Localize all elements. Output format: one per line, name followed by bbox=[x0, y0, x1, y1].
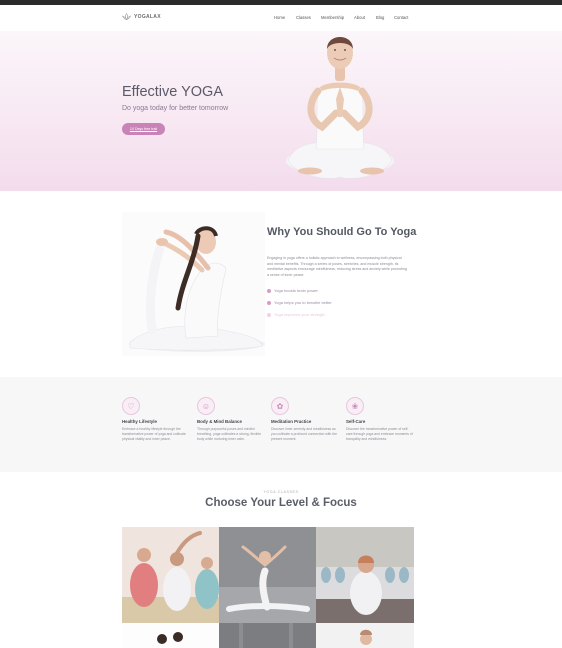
feature-card: ♡ Healthy Lifestyle Embrace a healthy li… bbox=[122, 397, 192, 442]
class-image-standing-pose[interactable] bbox=[219, 623, 316, 648]
feature-card: ✿ Meditation Practice Discover inner ser… bbox=[271, 397, 341, 442]
class-image-group-stretch[interactable] bbox=[122, 527, 219, 623]
features-section: ♡ Healthy Lifestyle Embrace a healthy li… bbox=[0, 377, 562, 472]
logo-text: YOGALAX bbox=[134, 13, 161, 20]
benefits-list: Yoga boosts brain power Yoga helps you t… bbox=[267, 288, 332, 324]
classes-gallery bbox=[122, 527, 414, 648]
feature-description: Through purposeful poses and mindful bre… bbox=[197, 427, 262, 441]
meditation-icon: ✿ bbox=[271, 397, 289, 415]
smile-icon: ☺ bbox=[197, 397, 215, 415]
benefit-item: Yoga improves your strength bbox=[267, 312, 332, 317]
self-care-icon: ❀ bbox=[346, 397, 364, 415]
classes-title: Choose Your Level & Focus bbox=[205, 497, 357, 509]
floor-pose-illustration bbox=[219, 527, 316, 623]
hero-yoga-woman-image bbox=[286, 37, 394, 179]
group-stretch-illustration bbox=[122, 527, 219, 623]
feature-title: Body & Mind Balance bbox=[197, 419, 242, 424]
feature-description: Embrace a healthy lifestyle through the … bbox=[122, 427, 186, 441]
nav-blog[interactable]: Blog bbox=[376, 15, 394, 20]
main-nav: Home Classes Membership About Blog Conta… bbox=[274, 15, 414, 20]
studio-class-illustration bbox=[316, 527, 414, 623]
classes-eyebrow: YOGA CLASSES bbox=[263, 490, 299, 494]
benefit-label: Yoga improves your strength bbox=[274, 312, 325, 317]
benefit-label: Yoga boosts brain power bbox=[274, 288, 318, 293]
hero-title: Effective YOGA bbox=[122, 84, 224, 100]
yoga-pose-illustration bbox=[129, 226, 265, 352]
meditation-illustration bbox=[316, 623, 414, 648]
benefit-label: Yoga helps you to breathe better bbox=[274, 300, 332, 305]
check-icon bbox=[267, 312, 271, 317]
logo[interactable]: YOGALAX bbox=[122, 13, 161, 20]
class-image-floor-pose[interactable] bbox=[219, 527, 316, 623]
site-header: YOGALAX Home Classes Membership About Bl… bbox=[0, 5, 562, 31]
nav-about[interactable]: About bbox=[354, 15, 376, 20]
check-icon bbox=[267, 300, 271, 305]
feature-card: ☺ Body & Mind Balance Through purposeful… bbox=[197, 397, 267, 442]
feature-description: Discover the transformative power of sel… bbox=[346, 427, 413, 441]
feature-title: Meditation Practice bbox=[271, 419, 312, 424]
class-image-studio-class[interactable] bbox=[316, 527, 414, 623]
nav-classes[interactable]: Classes bbox=[296, 15, 321, 20]
lotus-icon bbox=[122, 13, 131, 20]
check-icon bbox=[267, 288, 271, 293]
benefit-item: Yoga boosts brain power bbox=[267, 288, 332, 293]
nav-contact[interactable]: Contact bbox=[394, 15, 414, 20]
hero-subtitle: Do yoga today for better tomorrow bbox=[122, 105, 229, 112]
feature-description: Discover inner serenity and mindfulness … bbox=[271, 427, 337, 441]
why-section-text: Engaging in yoga offers a holistic appro… bbox=[267, 256, 407, 277]
backbend-pose-image bbox=[122, 212, 265, 356]
nav-membership[interactable]: Membership bbox=[321, 15, 354, 20]
class-image-meditation[interactable] bbox=[316, 623, 414, 648]
hero-section: Effective YOGA Do yoga today for better … bbox=[0, 31, 562, 191]
feature-card: ❀ Self-Care Discover the transformative … bbox=[346, 397, 416, 442]
benefit-item: Yoga helps you to breathe better bbox=[267, 300, 332, 305]
standing-pose-illustration bbox=[219, 623, 316, 648]
nav-home[interactable]: Home bbox=[274, 15, 296, 20]
feature-title: Healthy Lifestyle bbox=[122, 419, 157, 424]
partner-pose-illustration bbox=[122, 623, 219, 648]
heart-icon: ♡ bbox=[122, 397, 140, 415]
why-section-title: Why You Should Go To Yoga bbox=[267, 226, 417, 238]
feature-title: Self-Care bbox=[346, 419, 366, 424]
free-trial-button[interactable]: 10 Days free trail bbox=[122, 123, 165, 135]
class-image-partner-pose[interactable] bbox=[122, 623, 219, 648]
